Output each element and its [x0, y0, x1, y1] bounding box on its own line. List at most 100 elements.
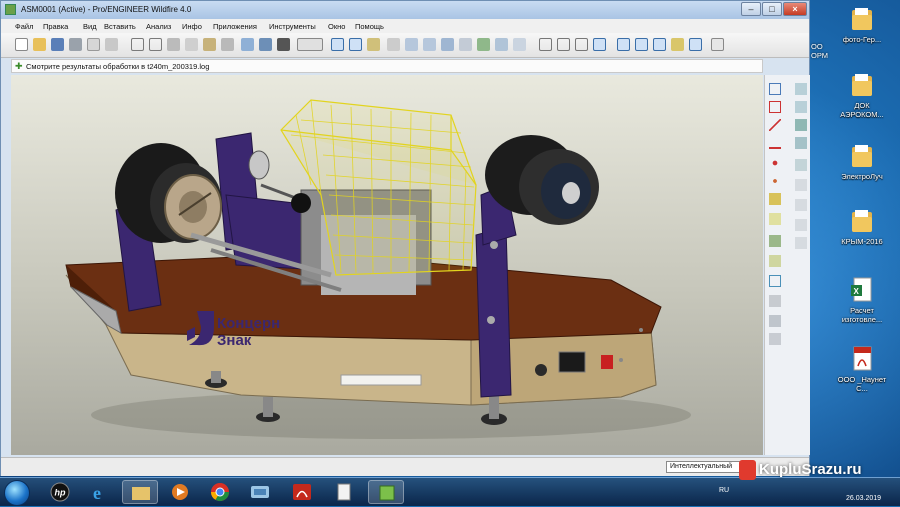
- pattern-icon[interactable]: [769, 295, 781, 307]
- wireframe-icon[interactable]: [539, 38, 552, 51]
- analysis-feature-icon[interactable]: [769, 193, 781, 205]
- minimize-button[interactable]: –: [741, 2, 761, 16]
- revolve-icon[interactable]: [795, 137, 807, 149]
- assemble-icon[interactable]: [769, 235, 781, 247]
- paste-special-icon[interactable]: [221, 38, 234, 51]
- orient-icon[interactable]: [349, 38, 362, 51]
- datum-point-icon[interactable]: [769, 157, 781, 169]
- menu-applications[interactable]: Приложения: [213, 22, 257, 31]
- selection-filter[interactable]: Интеллектуальный: [666, 461, 746, 473]
- datum-axis-icon[interactable]: [769, 119, 781, 131]
- open-folder-icon[interactable]: [33, 38, 46, 51]
- hidden-line-icon[interactable]: [557, 38, 570, 51]
- draft-icon[interactable]: [795, 237, 807, 249]
- extrude-icon[interactable]: [795, 119, 807, 131]
- copy-icon[interactable]: [185, 38, 198, 51]
- measure-icon[interactable]: [769, 315, 781, 327]
- mirror-icon[interactable]: [769, 275, 781, 287]
- regenerate-icon[interactable]: [105, 38, 118, 51]
- menu-help[interactable]: Помощь: [355, 22, 384, 31]
- taskbar-acrobat-icon[interactable]: [284, 480, 320, 504]
- datum-axes-icon[interactable]: [635, 38, 648, 51]
- watermark-text: KupluSrazu.ru: [759, 461, 862, 478]
- brand-line-1: Концерн: [217, 315, 281, 332]
- folder-icon: [851, 72, 873, 98]
- explode-icon[interactable]: [769, 333, 781, 345]
- find-icon[interactable]: [259, 38, 272, 51]
- rib-icon[interactable]: [795, 219, 807, 231]
- saved-views-icon[interactable]: [477, 38, 490, 51]
- sweep-icon[interactable]: [795, 159, 807, 171]
- datum-planes-icon[interactable]: [617, 38, 630, 51]
- annotation-icon[interactable]: [689, 38, 702, 51]
- taskbar-ie-icon[interactable]: e: [82, 480, 118, 504]
- layers-icon[interactable]: [495, 38, 508, 51]
- menu-file[interactable]: Файл: [15, 22, 33, 31]
- datum-curve-icon[interactable]: [769, 137, 781, 149]
- regen-manager-icon[interactable]: [241, 38, 254, 51]
- desktop-icon-electroluch[interactable]: ЭлектроЛуч: [832, 143, 892, 181]
- repaint-icon[interactable]: [331, 38, 344, 51]
- view-manager-icon[interactable]: [513, 38, 526, 51]
- taskbar-chrome-icon[interactable]: [202, 480, 238, 504]
- cut-icon[interactable]: [167, 38, 180, 51]
- select-dropdown-icon[interactable]: [297, 38, 323, 51]
- coordinate-systems-icon[interactable]: [671, 38, 684, 51]
- menu-edit[interactable]: Правка: [43, 22, 68, 31]
- datum-plane-icon[interactable]: [769, 101, 781, 113]
- hole-icon[interactable]: [795, 179, 807, 191]
- email-icon[interactable]: [87, 38, 100, 51]
- desktop-icon-excel[interactable]: X Расчет изготовле...: [832, 277, 892, 324]
- save-icon[interactable]: [51, 38, 64, 51]
- context-help-icon[interactable]: [711, 38, 724, 51]
- datum-points-icon[interactable]: [653, 38, 666, 51]
- component-icon[interactable]: [769, 213, 781, 225]
- taskbar-doc-icon[interactable]: [326, 480, 362, 504]
- title-bar[interactable]: ASM0001 (Active) - Pro/ENGINEER Wildfire…: [1, 1, 809, 19]
- info-arrow-icon: ✚: [15, 61, 23, 71]
- folder-icon: [851, 6, 873, 32]
- maximize-button[interactable]: □: [762, 2, 782, 16]
- desktop-icon-label: Расчет изготовле...: [841, 306, 883, 324]
- paste-icon[interactable]: [203, 38, 216, 51]
- shell-icon[interactable]: [795, 199, 807, 211]
- plane-cut-icon[interactable]: [795, 83, 807, 95]
- graphics-window[interactable]: Концерн Знак: [11, 75, 763, 455]
- taskbar-explorer-icon[interactable]: [122, 480, 158, 504]
- undo-icon[interactable]: [131, 38, 144, 51]
- binoculars-icon[interactable]: [277, 38, 290, 51]
- new-file-icon[interactable]: [15, 38, 28, 51]
- desktop-icon-crimea[interactable]: КРЫМ-2016: [832, 208, 892, 246]
- menu-analysis[interactable]: Анализ: [146, 22, 171, 31]
- spin-center-icon[interactable]: [367, 38, 380, 51]
- desktop-icon-doc[interactable]: ДОК АЭРОКОМ...: [832, 72, 892, 119]
- coord-system-icon[interactable]: [769, 175, 781, 187]
- desktop-icon-photo[interactable]: фото-Гер...: [832, 6, 892, 44]
- menu-window[interactable]: Окно: [328, 22, 345, 31]
- no-hidden-icon[interactable]: [575, 38, 588, 51]
- redo-icon[interactable]: [149, 38, 162, 51]
- menu-tools[interactable]: Инструменты: [269, 22, 316, 31]
- desktop-icon-pdf[interactable]: ООО _Наунет С...: [832, 346, 892, 393]
- menu-view[interactable]: Вид: [83, 22, 97, 31]
- axis-cut-icon[interactable]: [795, 101, 807, 113]
- menu-info[interactable]: Инфо: [182, 22, 202, 31]
- start-button[interactable]: [4, 480, 30, 506]
- taskbar-app-icon[interactable]: [242, 480, 278, 504]
- zoom-in-icon[interactable]: [405, 38, 418, 51]
- print-icon[interactable]: [69, 38, 82, 51]
- taskbar-media-icon[interactable]: [162, 480, 198, 504]
- reorient-icon[interactable]: [459, 38, 472, 51]
- taskbar-proe-icon[interactable]: [368, 480, 404, 504]
- pan-icon[interactable]: [387, 38, 400, 51]
- language-indicator[interactable]: RU: [719, 487, 729, 494]
- shading-icon[interactable]: [593, 38, 606, 51]
- clock-date[interactable]: 26.03.2019: [846, 495, 881, 502]
- sketch-plane-icon[interactable]: [769, 83, 781, 95]
- taskbar-hp-icon[interactable]: hp: [42, 480, 78, 504]
- zoom-out-icon[interactable]: [423, 38, 436, 51]
- menu-insert[interactable]: Вставить: [104, 22, 136, 31]
- refit-icon[interactable]: [441, 38, 454, 51]
- reference-icon[interactable]: [769, 255, 781, 267]
- close-button[interactable]: ×: [783, 2, 807, 16]
